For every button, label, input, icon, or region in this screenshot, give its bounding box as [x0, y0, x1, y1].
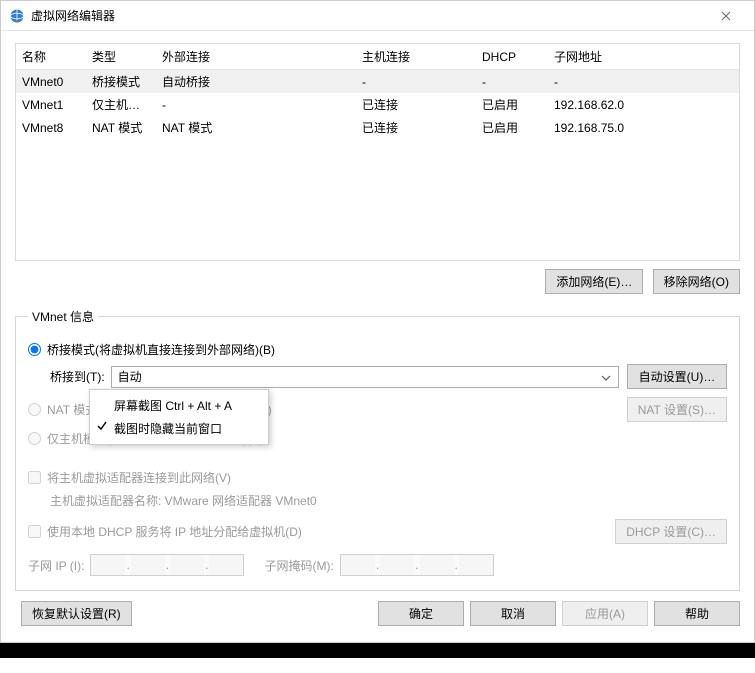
dhcp-checkbox-row[interactable]: 使用本地 DHCP 服务将 IP 地址分配给虚拟机(D)	[28, 523, 607, 540]
cell-ext: -	[156, 93, 356, 116]
ok-button[interactable]: 确定	[378, 601, 464, 626]
subnet-mask-label: 子网掩码(M):	[264, 557, 333, 574]
group-legend: VMnet 信息	[28, 308, 98, 325]
help-button[interactable]: 帮助	[654, 601, 740, 626]
col-external[interactable]: 外部连接	[156, 44, 356, 70]
dialog-body: 名称 类型 外部连接 主机连接 DHCP 子网地址 VMnet0 桥接模式 自动…	[1, 31, 754, 642]
ip-seg[interactable]	[170, 555, 204, 575]
menu-item-label: 屏幕截图 Ctrl + Alt + A	[114, 397, 232, 414]
table-row[interactable]: VMnet8 NAT 模式 NAT 模式 已连接 已启用 192.168.75.…	[16, 116, 739, 139]
ip-seg[interactable]	[380, 555, 414, 575]
col-name[interactable]: 名称	[16, 44, 86, 70]
bridge-mode-option[interactable]: 桥接模式(将虚拟机直接连接到外部网络)(B)	[28, 341, 727, 358]
cell-subnet: 192.168.75.0	[548, 116, 739, 139]
host-adapter-checkbox-row[interactable]: 将主机虚拟适配器连接到此网络(V)	[28, 469, 727, 486]
cell-subnet: 192.168.62.0	[548, 93, 739, 116]
screenshot-context-menu[interactable]: 屏幕截图 Ctrl + Alt + A 截图时隐藏当前窗口	[89, 389, 269, 445]
col-type[interactable]: 类型	[86, 44, 156, 70]
cell-type: 仅主机…	[86, 93, 156, 116]
col-dhcp[interactable]: DHCP	[476, 44, 548, 70]
cell-ext: 自动桥接	[156, 70, 356, 94]
cancel-button[interactable]: 取消	[470, 601, 556, 626]
table-buttons: 添加网络(E)… 移除网络(O)	[15, 269, 740, 294]
host-adapter-name: 主机虚拟适配器名称: VMware 网络适配器 VMnet0	[50, 492, 727, 509]
ip-seg[interactable]	[209, 555, 243, 575]
subnet-ip-input[interactable]: . . .	[90, 554, 244, 576]
bridge-mode-radio[interactable]	[28, 343, 41, 356]
apply-button: 应用(A)	[562, 601, 648, 626]
ip-seg[interactable]	[91, 555, 125, 575]
check-icon	[96, 420, 108, 435]
auto-settings-button[interactable]: 自动设置(U)…	[627, 364, 727, 389]
dhcp-label: 使用本地 DHCP 服务将 IP 地址分配给虚拟机(D)	[47, 523, 302, 540]
cell-name: VMnet0	[16, 70, 86, 94]
vmnet-info-group: VMnet 信息 桥接模式(将虚拟机直接连接到外部网络)(B) 桥接到(T): …	[15, 308, 740, 591]
restore-defaults-button[interactable]: 恢复默认设置(R)	[21, 601, 132, 626]
dhcp-checkbox[interactable]	[28, 525, 41, 538]
add-network-button[interactable]: 添加网络(E)…	[545, 269, 643, 294]
bridge-to-select[interactable]: 自动	[111, 366, 619, 388]
cell-host: -	[356, 70, 476, 94]
host-adapter-checkbox[interactable]	[28, 471, 41, 484]
cell-name: VMnet1	[16, 93, 86, 116]
app-icon	[9, 8, 25, 24]
bridge-to-label: 桥接到(T):	[50, 368, 105, 385]
col-subnet[interactable]: 子网地址	[548, 44, 739, 70]
menu-item-label: 截图时隐藏当前窗口	[114, 420, 222, 437]
bridge-to-value: 自动	[118, 368, 142, 385]
nat-settings-button: NAT 设置(S)…	[627, 397, 727, 422]
network-table[interactable]: 名称 类型 外部连接 主机连接 DHCP 子网地址 VMnet0 桥接模式 自动…	[15, 43, 740, 261]
ip-seg[interactable]	[131, 555, 165, 575]
host-adapter-label: 将主机虚拟适配器连接到此网络(V)	[47, 469, 231, 486]
bridge-to-row: 桥接到(T): 自动 自动设置(U)…	[50, 364, 727, 389]
menu-item-screenshot[interactable]: 屏幕截图 Ctrl + Alt + A	[90, 394, 268, 417]
ip-seg[interactable]	[341, 555, 375, 575]
col-host[interactable]: 主机连接	[356, 44, 476, 70]
cell-name: VMnet8	[16, 116, 86, 139]
cell-type: 桥接模式	[86, 70, 156, 94]
cell-dhcp: 已启用	[476, 116, 548, 139]
subnet-ip-label: 子网 IP (I):	[28, 557, 84, 574]
close-button[interactable]	[706, 1, 746, 31]
ip-seg[interactable]	[420, 555, 454, 575]
cell-dhcp: -	[476, 70, 548, 94]
virtual-network-editor-window: 虚拟网络编辑器 名称 类型 外部连接 主机连接 DHCP 子网地址	[0, 0, 755, 643]
chevron-down-icon	[598, 370, 614, 386]
subnet-fields: 子网 IP (I): . . . 子网掩码(M): . . .	[28, 554, 727, 576]
nat-mode-radio[interactable]	[28, 403, 41, 416]
titlebar: 虚拟网络编辑器	[1, 1, 754, 31]
bridge-mode-label: 桥接模式(将虚拟机直接连接到外部网络)(B)	[47, 341, 275, 358]
table-row[interactable]: VMnet1 仅主机… - 已连接 已启用 192.168.62.0	[16, 93, 739, 116]
dialog-footer: 恢复默认设置(R) 确定 取消 应用(A) 帮助	[15, 601, 740, 628]
cell-type: NAT 模式	[86, 116, 156, 139]
cell-host: 已连接	[356, 93, 476, 116]
cell-subnet: -	[548, 70, 739, 94]
cell-ext: NAT 模式	[156, 116, 356, 139]
dhcp-settings-button: DHCP 设置(C)…	[615, 519, 727, 544]
cell-dhcp: 已启用	[476, 93, 548, 116]
remove-network-button[interactable]: 移除网络(O)	[653, 269, 740, 294]
subnet-mask-input[interactable]: . . .	[340, 554, 494, 576]
hostonly-mode-radio[interactable]	[28, 432, 41, 445]
table-row[interactable]: VMnet0 桥接模式 自动桥接 - - -	[16, 70, 739, 94]
table-header: 名称 类型 外部连接 主机连接 DHCP 子网地址	[16, 44, 739, 70]
ip-seg[interactable]	[459, 555, 493, 575]
cell-host: 已连接	[356, 116, 476, 139]
window-title: 虚拟网络编辑器	[31, 7, 706, 24]
menu-item-hide-window[interactable]: 截图时隐藏当前窗口	[90, 417, 268, 440]
task-bar-fragment	[0, 643, 755, 658]
